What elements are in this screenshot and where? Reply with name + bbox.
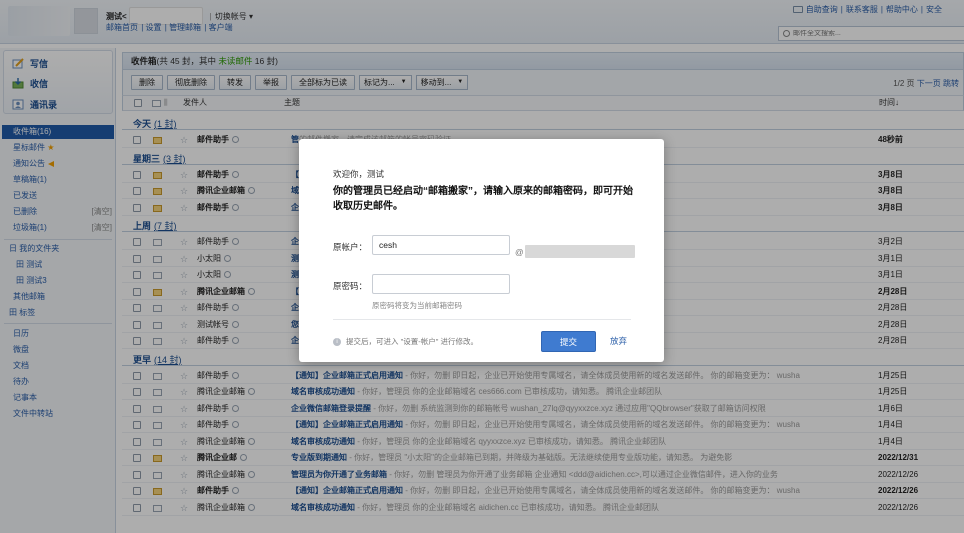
mail-app: 测试< | 切换帐号 ▾ 邮箱首页 | 设置 | 管理邮箱 | 客户端 自助查询… — [0, 0, 964, 533]
at-sign: @ — [515, 246, 524, 257]
account-domain: @ — [515, 245, 635, 258]
dialog-greeting: 欢迎你，测试 — [333, 169, 385, 179]
cancel-link[interactable]: 放弃 — [610, 335, 627, 347]
account-field-label: 原帐户： — [333, 242, 368, 252]
dialog-divider — [333, 319, 631, 320]
original-account-input[interactable] — [372, 235, 510, 255]
info-icon: i — [333, 337, 341, 346]
original-password-input[interactable] — [372, 274, 510, 294]
password-hint: 原密码将变为当前邮箱密码 — [372, 301, 462, 310]
password-field-label: 原密码： — [333, 281, 368, 291]
dialog-tip-text: 提交后，可进入 "设置-帐户" 进行修改。 — [346, 337, 478, 346]
dialog-tip: i 提交后，可进入 "设置-帐户" 进行修改。 — [333, 336, 478, 347]
submit-button[interactable]: 提交 — [541, 331, 596, 352]
domain-mask — [524, 245, 635, 258]
dialog-title: 你的管理员已经启动“邮箱搬家”，请输入原来的邮箱密码，即可开始收取历史邮件。 — [333, 186, 633, 212]
mail-migration-dialog: 欢迎你，测试 你的管理员已经启动“邮箱搬家”，请输入原来的邮箱密码，即可开始收取… — [299, 139, 664, 362]
